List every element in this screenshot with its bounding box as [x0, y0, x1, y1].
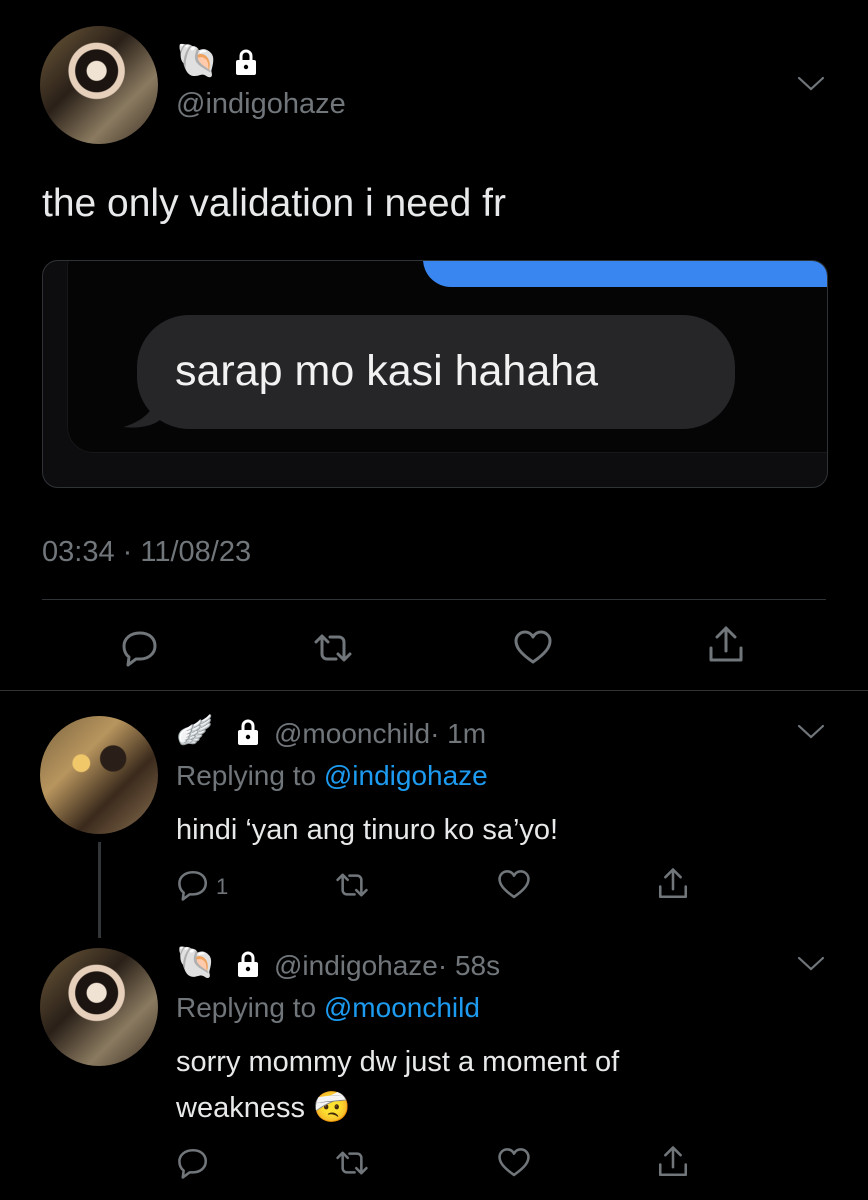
retweet-icon[interactable] — [310, 628, 356, 668]
reply-text: hindi ‘yan ang tinuro ko sa’yo! — [176, 814, 559, 846]
reply-text-line-1: sorry mommy dw just a moment of — [176, 1046, 620, 1078]
replying-to-label: Replying to — [176, 992, 324, 1023]
like-icon[interactable] — [496, 1146, 532, 1180]
avatar[interactable] — [40, 26, 158, 144]
shell-badge-emoji: 🐚 — [176, 944, 216, 980]
retweet-icon[interactable] — [332, 1146, 372, 1180]
handle[interactable]: @moonchild — [274, 718, 430, 749]
chevron-down-icon[interactable] — [796, 74, 826, 94]
author-handle[interactable]: @indigohaze — [176, 88, 346, 121]
like-icon[interactable] — [512, 628, 554, 668]
divider — [42, 599, 826, 600]
share-icon[interactable] — [656, 866, 690, 902]
thread-line — [98, 842, 101, 938]
tweet-text: the only validation i need fr — [42, 182, 506, 225]
reply-icon[interactable] — [176, 1146, 210, 1180]
sent-bubble-edge — [423, 261, 827, 287]
reply-icon[interactable] — [176, 868, 210, 902]
face-with-bandage-emoji: 🤕 — [313, 1091, 351, 1124]
reply-text: weakness — [176, 1092, 305, 1124]
chevron-down-icon[interactable] — [796, 722, 826, 742]
message-text: sarap mo kasi hahaha — [175, 347, 599, 395]
retweet-icon[interactable] — [332, 868, 372, 902]
chevron-down-icon[interactable] — [796, 954, 826, 974]
like-icon[interactable] — [496, 868, 532, 902]
replying-to-link[interactable]: @indigohaze — [324, 760, 488, 791]
relative-time[interactable]: · 1m — [430, 718, 486, 749]
avatar[interactable] — [40, 716, 158, 834]
replying-to-line: Replying to @indigohaze — [176, 760, 488, 792]
relative-time[interactable]: · 58s — [438, 950, 500, 981]
share-icon[interactable] — [656, 1144, 690, 1180]
lock-icon — [234, 718, 260, 745]
shell-badge-emoji: 🐚 — [176, 42, 219, 80]
author-handle: @moonchild· 1m — [274, 718, 486, 750]
replying-to-line: Replying to @moonchild — [176, 992, 480, 1024]
reply-count: 1 — [216, 874, 229, 899]
lock-icon — [232, 48, 258, 75]
reply-icon[interactable] — [120, 628, 160, 668]
lock-icon — [234, 950, 260, 977]
author-handle: @indigohaze· 58s — [274, 950, 500, 982]
share-icon[interactable] — [706, 624, 746, 666]
wing-badge-emoji: 🪽 — [176, 714, 214, 747]
handle[interactable]: @indigohaze — [274, 950, 438, 981]
timestamp[interactable]: 03:34 · 11/08/23 — [42, 536, 251, 569]
avatar[interactable] — [40, 948, 158, 1066]
replying-to-label: Replying to — [176, 760, 324, 791]
tweet-image[interactable]: sarap mo kasi hahaha — [42, 260, 828, 488]
section-divider — [0, 690, 868, 691]
replying-to-link[interactable]: @moonchild — [324, 992, 480, 1023]
reply-text-line-2: weakness 🤕 — [176, 1090, 350, 1125]
